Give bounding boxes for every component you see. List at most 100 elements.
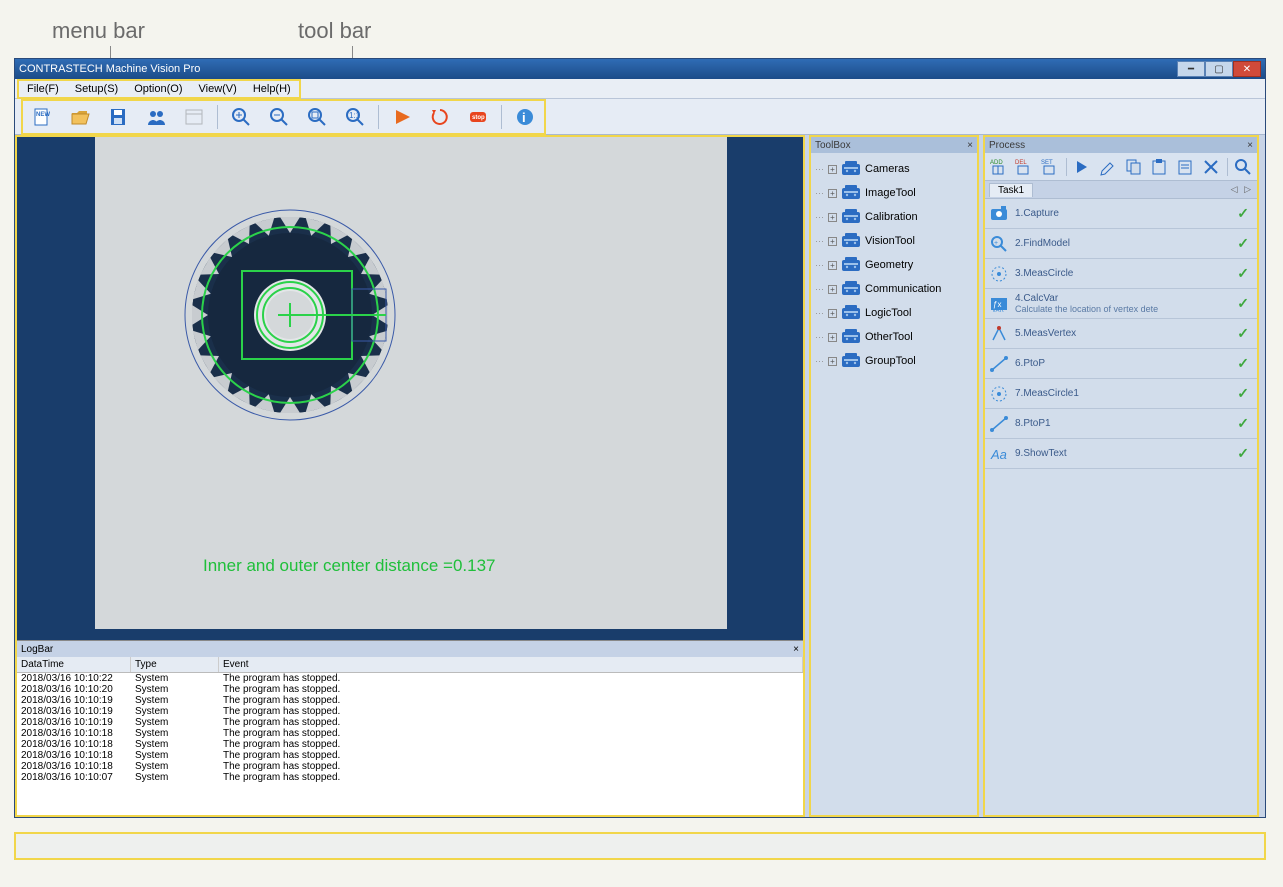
close-button[interactable]: ✕ <box>1233 61 1261 77</box>
paste-icon[interactable] <box>1150 156 1170 178</box>
log-row[interactable]: 2018/03/16 10:10:18SystemThe program has… <box>17 761 803 772</box>
toolbox-node[interactable]: ⋯+LogicTool <box>813 301 975 325</box>
check-icon: ✓ <box>1237 325 1249 342</box>
add-task-icon[interactable]: ADD <box>989 156 1009 178</box>
main-body: Inner and outer center distance =0.137 L… <box>15 135 1265 817</box>
expander-icon[interactable]: + <box>828 261 837 270</box>
delete-icon[interactable] <box>1201 156 1221 178</box>
log-row[interactable]: 2018/03/16 10:10:18SystemThe program has… <box>17 728 803 739</box>
task-icon <box>989 324 1009 344</box>
task-item[interactable]: 7.MeasCircle1✓ <box>985 379 1257 409</box>
log-row[interactable]: 2018/03/16 10:10:19SystemThe program has… <box>17 695 803 706</box>
toolbox-node-label: Communication <box>865 283 941 295</box>
zoom-in-icon[interactable] <box>226 103 256 131</box>
expander-icon[interactable]: + <box>828 285 837 294</box>
task-icon <box>989 384 1009 404</box>
log-cell-time: 2018/03/16 10:10:18 <box>17 761 131 772</box>
title-bar[interactable]: CONTRASTECH Machine Vision Pro ━ ▢ ✕ <box>15 59 1265 79</box>
close-icon[interactable]: × <box>793 644 799 655</box>
image-canvas[interactable]: Inner and outer center distance =0.137 <box>95 137 727 629</box>
log-cell-time: 2018/03/16 10:10:18 <box>17 739 131 750</box>
toolbox-node[interactable]: ⋯+Calibration <box>813 205 975 229</box>
edit-icon[interactable] <box>1098 156 1118 178</box>
log-row[interactable]: 2018/03/16 10:10:19SystemThe program has… <box>17 717 803 728</box>
display-panel[interactable]: Inner and outer center distance =0.137 <box>17 137 803 641</box>
task-item[interactable]: 8.PtoP1✓ <box>985 409 1257 439</box>
log-cell-time: 2018/03/16 10:10:18 <box>17 728 131 739</box>
zoom-fit-icon[interactable]: 1:1 <box>340 103 370 131</box>
task-item[interactable]: 1.Capture✓ <box>985 199 1257 229</box>
close-icon[interactable]: × <box>967 140 973 151</box>
users-icon[interactable] <box>141 103 171 131</box>
save-icon[interactable] <box>103 103 133 131</box>
del-task-icon[interactable]: DEL <box>1015 156 1035 178</box>
task-icon <box>989 264 1009 284</box>
task-label: 6.PtoP <box>1015 358 1045 369</box>
log-row[interactable]: 2018/03/16 10:10:18SystemThe program has… <box>17 750 803 761</box>
check-icon: ✓ <box>1237 385 1249 402</box>
expander-icon[interactable]: + <box>828 165 837 174</box>
process-header[interactable]: Process × <box>985 137 1257 153</box>
task-item[interactable]: 3.MeasCircle✓ <box>985 259 1257 289</box>
toolbox-node[interactable]: ⋯+OtherTool <box>813 325 975 349</box>
expander-icon[interactable]: + <box>828 237 837 246</box>
menu-view[interactable]: View(V) <box>191 81 245 97</box>
tab-nav[interactable]: ◁ ▷ <box>1231 184 1253 195</box>
toolbox-node[interactable]: ⋯+ImageTool <box>813 181 975 205</box>
close-icon[interactable]: × <box>1247 140 1253 151</box>
zoom-out-icon[interactable] <box>264 103 294 131</box>
log-cell-type: System <box>131 761 219 772</box>
menu-setup[interactable]: Setup(S) <box>67 81 126 97</box>
menu-option[interactable]: Option(O) <box>126 81 190 97</box>
open-icon[interactable] <box>65 103 95 131</box>
log-row[interactable]: 2018/03/16 10:10:19SystemThe program has… <box>17 706 803 717</box>
toolbox-node[interactable]: ⋯+Cameras <box>813 157 975 181</box>
task-item[interactable]: +2.FindModel✓ <box>985 229 1257 259</box>
log-header[interactable]: LogBar × <box>17 641 803 657</box>
tab-task1[interactable]: Task1 <box>989 183 1033 197</box>
clipboard-icon[interactable] <box>1175 156 1195 178</box>
expander-icon[interactable]: + <box>828 189 837 198</box>
toolbox-node[interactable]: ⋯+Communication <box>813 277 975 301</box>
log-row[interactable]: 2018/03/16 10:10:18SystemThe program has… <box>17 739 803 750</box>
expander-icon[interactable]: + <box>828 333 837 342</box>
new-icon[interactable]: NEW <box>27 103 57 131</box>
task-item[interactable]: 5.MeasVertex✓ <box>985 319 1257 349</box>
minimize-button[interactable]: ━ <box>1177 61 1205 77</box>
info-icon[interactable]: i <box>510 103 540 131</box>
menu-help[interactable]: Help(H) <box>245 81 299 97</box>
task-item[interactable]: 6.PtoP✓ <box>985 349 1257 379</box>
log-row[interactable]: 2018/03/16 10:10:22SystemThe program has… <box>17 673 803 684</box>
toolbox-node-label: GroupTool <box>865 355 916 367</box>
log-col-datetime[interactable]: DataTime <box>17 657 131 672</box>
window-icon[interactable] <box>179 103 209 131</box>
svg-text:ADD: ADD <box>990 160 1003 166</box>
stop-icon[interactable]: stop <box>463 103 493 131</box>
task-item[interactable]: VARƒx4.CalcVarCalculate the location of … <box>985 289 1257 319</box>
menu-file[interactable]: File(F) <box>19 81 67 97</box>
toolbox-node[interactable]: ⋯+Geometry <box>813 253 975 277</box>
maximize-button[interactable]: ▢ <box>1205 61 1233 77</box>
expander-icon[interactable]: + <box>828 357 837 366</box>
copy-icon[interactable] <box>1124 156 1144 178</box>
toolbox-node[interactable]: ⋯+GroupTool <box>813 349 975 373</box>
run-icon[interactable] <box>387 103 417 131</box>
task-item[interactable]: Aa9.ShowText✓ <box>985 439 1257 469</box>
log-col-event[interactable]: Event <box>219 657 803 672</box>
log-row[interactable]: 2018/03/16 10:10:07SystemThe program has… <box>17 772 803 783</box>
run-step-icon[interactable] <box>1073 156 1093 178</box>
log-row[interactable]: 2018/03/16 10:10:20SystemThe program has… <box>17 684 803 695</box>
log-cell-type: System <box>131 695 219 706</box>
toolbox-node[interactable]: ⋯+VisionTool <box>813 229 975 253</box>
log-rows[interactable]: 2018/03/16 10:10:22SystemThe program has… <box>17 673 803 815</box>
expander-icon[interactable]: + <box>828 213 837 222</box>
find-icon[interactable] <box>1233 156 1253 178</box>
loop-icon[interactable] <box>425 103 455 131</box>
log-col-type[interactable]: Type <box>131 657 219 672</box>
app-window: CONTRASTECH Machine Vision Pro ━ ▢ ✕ Fil… <box>14 58 1266 818</box>
set-task-icon[interactable]: SET <box>1040 156 1060 178</box>
expander-icon[interactable]: + <box>828 309 837 318</box>
log-cell-time: 2018/03/16 10:10:20 <box>17 684 131 695</box>
zoom-region-icon[interactable] <box>302 103 332 131</box>
toolbox-header[interactable]: ToolBox × <box>811 137 977 153</box>
